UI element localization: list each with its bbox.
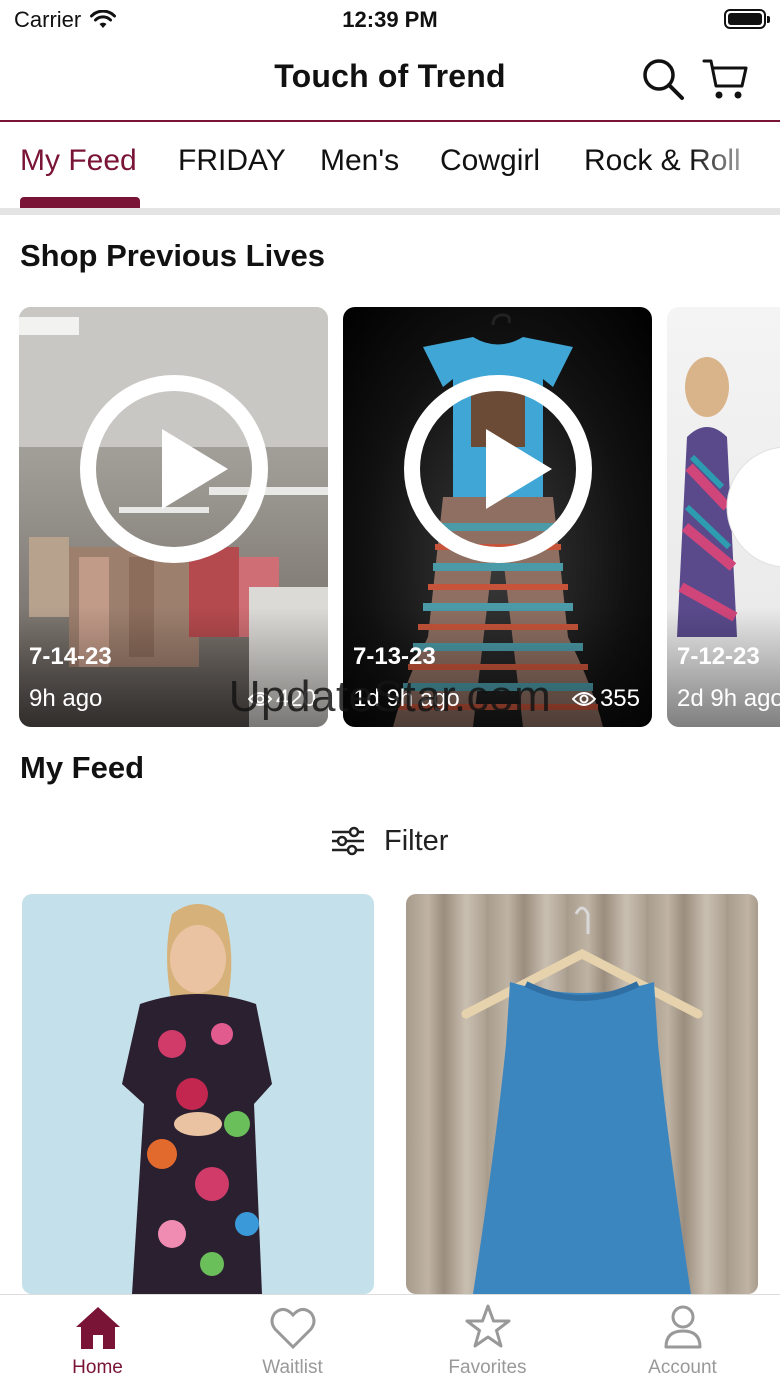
- category-tabs: My Feed FRIDAY Men's Cowgirl Rock & Roll: [0, 124, 780, 208]
- heart-icon: [270, 1308, 315, 1350]
- live-date: 7-13-23: [353, 643, 436, 670]
- bottom-tab-bar: Home Waitlist Favorites Account: [0, 1294, 780, 1387]
- active-tab-indicator: [20, 197, 140, 208]
- play-icon: [162, 429, 228, 509]
- home-icon: [75, 1307, 120, 1349]
- tab-mens[interactable]: Men's: [320, 144, 399, 178]
- eye-icon: [571, 692, 596, 706]
- blue-tank-dress-image: [461, 906, 703, 1294]
- live-time-ago: 2d 9h ago: [677, 685, 780, 712]
- person-icon: [664, 1305, 701, 1349]
- tab-bar-label: Home: [72, 1357, 123, 1378]
- play-button[interactable]: [404, 375, 592, 563]
- search-icon[interactable]: [640, 56, 686, 102]
- status-time: 12:39 PM: [342, 7, 438, 32]
- app-header: Touch of Trend: [0, 40, 780, 122]
- tab-bar-waitlist[interactable]: Waitlist: [195, 1303, 390, 1383]
- tab-cowgirl[interactable]: Cowgirl: [440, 144, 540, 178]
- filter-label: Filter: [384, 824, 449, 857]
- shop-previous-lives-title: Shop Previous Lives: [20, 238, 325, 273]
- sliders-icon: [332, 826, 364, 856]
- tab-my-feed[interactable]: My Feed: [20, 144, 137, 178]
- product-card[interactable]: [406, 894, 758, 1294]
- live-views-count: 355: [599, 685, 640, 712]
- floral-dress-image: [122, 904, 272, 1294]
- cart-icon[interactable]: [702, 56, 748, 102]
- live-card[interactable]: 7-14-23 9h ago 420: [19, 307, 328, 727]
- eye-icon: [247, 692, 272, 706]
- tab-bar-label: Account: [648, 1357, 717, 1378]
- live-date: 7-12-23: [677, 643, 760, 670]
- tab-bar-label: Favorites: [448, 1357, 527, 1378]
- previous-lives-carousel[interactable]: 7-14-23 9h ago 420 7-13-23 1d 9h ago 355: [19, 307, 780, 727]
- live-card[interactable]: 7-13-23 1d 9h ago 355: [343, 307, 652, 727]
- live-date: 7-14-23: [29, 643, 112, 670]
- tabs-divider: [0, 208, 780, 215]
- live-views-count: 420: [275, 685, 316, 712]
- battery-icon: [724, 9, 770, 29]
- live-card[interactable]: 7-12-23 2d 9h ago: [667, 307, 780, 727]
- star-icon: [465, 1304, 510, 1348]
- tab-bar-favorites[interactable]: Favorites: [390, 1303, 585, 1383]
- tabs-fade: [690, 124, 780, 208]
- live-views: 355: [571, 685, 640, 713]
- filter-button[interactable]: Filter: [330, 815, 448, 867]
- tab-bar-home[interactable]: Home: [0, 1303, 195, 1383]
- tab-friday[interactable]: FRIDAY: [178, 144, 286, 178]
- live-views: 420: [247, 685, 316, 713]
- product-card[interactable]: [22, 894, 374, 1294]
- tab-bar-account[interactable]: Account: [585, 1303, 780, 1383]
- play-button[interactable]: [80, 375, 268, 563]
- status-bar: Carrier 12:39 PM: [0, 0, 780, 40]
- live-time-ago: 1d 9h ago: [353, 685, 460, 712]
- play-icon: [486, 429, 552, 509]
- tab-bar-label: Waitlist: [262, 1357, 323, 1378]
- my-feed-title: My Feed: [20, 750, 145, 785]
- live-time-ago: 9h ago: [29, 685, 103, 712]
